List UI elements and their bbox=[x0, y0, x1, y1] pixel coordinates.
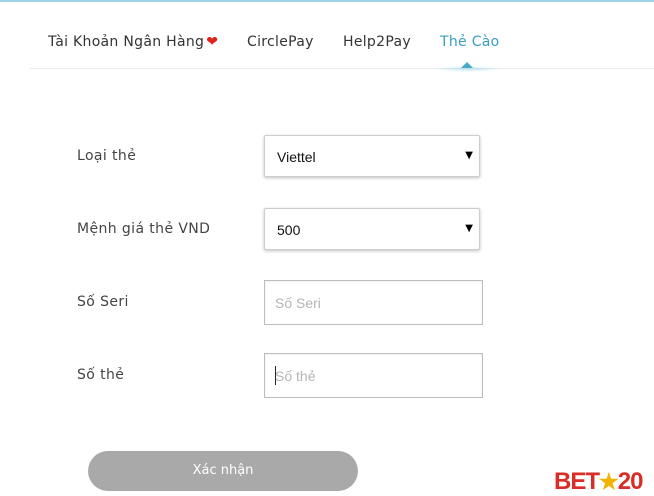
tab-help2pay[interactable]: Help2Pay bbox=[343, 34, 411, 50]
denomination-label: Mệnh giá thẻ VND bbox=[77, 221, 211, 237]
star-icon: ★ bbox=[599, 469, 619, 494]
logo-text-right: 20 bbox=[617, 468, 644, 495]
top-border-line bbox=[0, 0, 654, 2]
payment-method-tabs: Tài Khoản Ngân Hàng ❤ CirclePay Help2Pay … bbox=[30, 22, 654, 72]
card-type-value: Viettel bbox=[277, 149, 316, 165]
active-tab-indicator-icon bbox=[461, 62, 473, 68]
denomination-select[interactable]: 500 ▼ bbox=[264, 208, 480, 250]
card-type-select[interactable]: Viettel ▼ bbox=[264, 135, 480, 177]
card-number-input[interactable]: Số thẻ bbox=[264, 353, 483, 398]
denomination-value: 500 bbox=[277, 222, 301, 238]
logo-text-left: BET bbox=[554, 468, 600, 495]
submit-button[interactable]: Xác nhận bbox=[88, 451, 358, 491]
card-number-placeholder: Số thẻ bbox=[275, 368, 316, 384]
dropdown-arrow-icon: ▼ bbox=[465, 223, 473, 234]
tab-bank-account-label: Tài Khoản Ngân Hàng bbox=[48, 34, 205, 50]
serial-label: Số Seri bbox=[77, 294, 129, 310]
bet20-logo: BET★20 bbox=[554, 468, 644, 495]
card-number-label: Số thẻ bbox=[77, 367, 125, 383]
serial-input[interactable]: Số Seri bbox=[264, 280, 483, 325]
card-type-label: Loại thẻ bbox=[77, 148, 137, 164]
serial-placeholder: Số Seri bbox=[275, 295, 321, 311]
tab-bank-account[interactable]: Tài Khoản Ngân Hàng ❤ bbox=[48, 34, 218, 50]
heart-icon: ❤ bbox=[206, 34, 219, 50]
tab-scratch-card[interactable]: Thẻ Cào bbox=[440, 34, 500, 50]
tab-circlepay[interactable]: CirclePay bbox=[247, 34, 314, 50]
dropdown-arrow-icon: ▼ bbox=[465, 150, 473, 161]
